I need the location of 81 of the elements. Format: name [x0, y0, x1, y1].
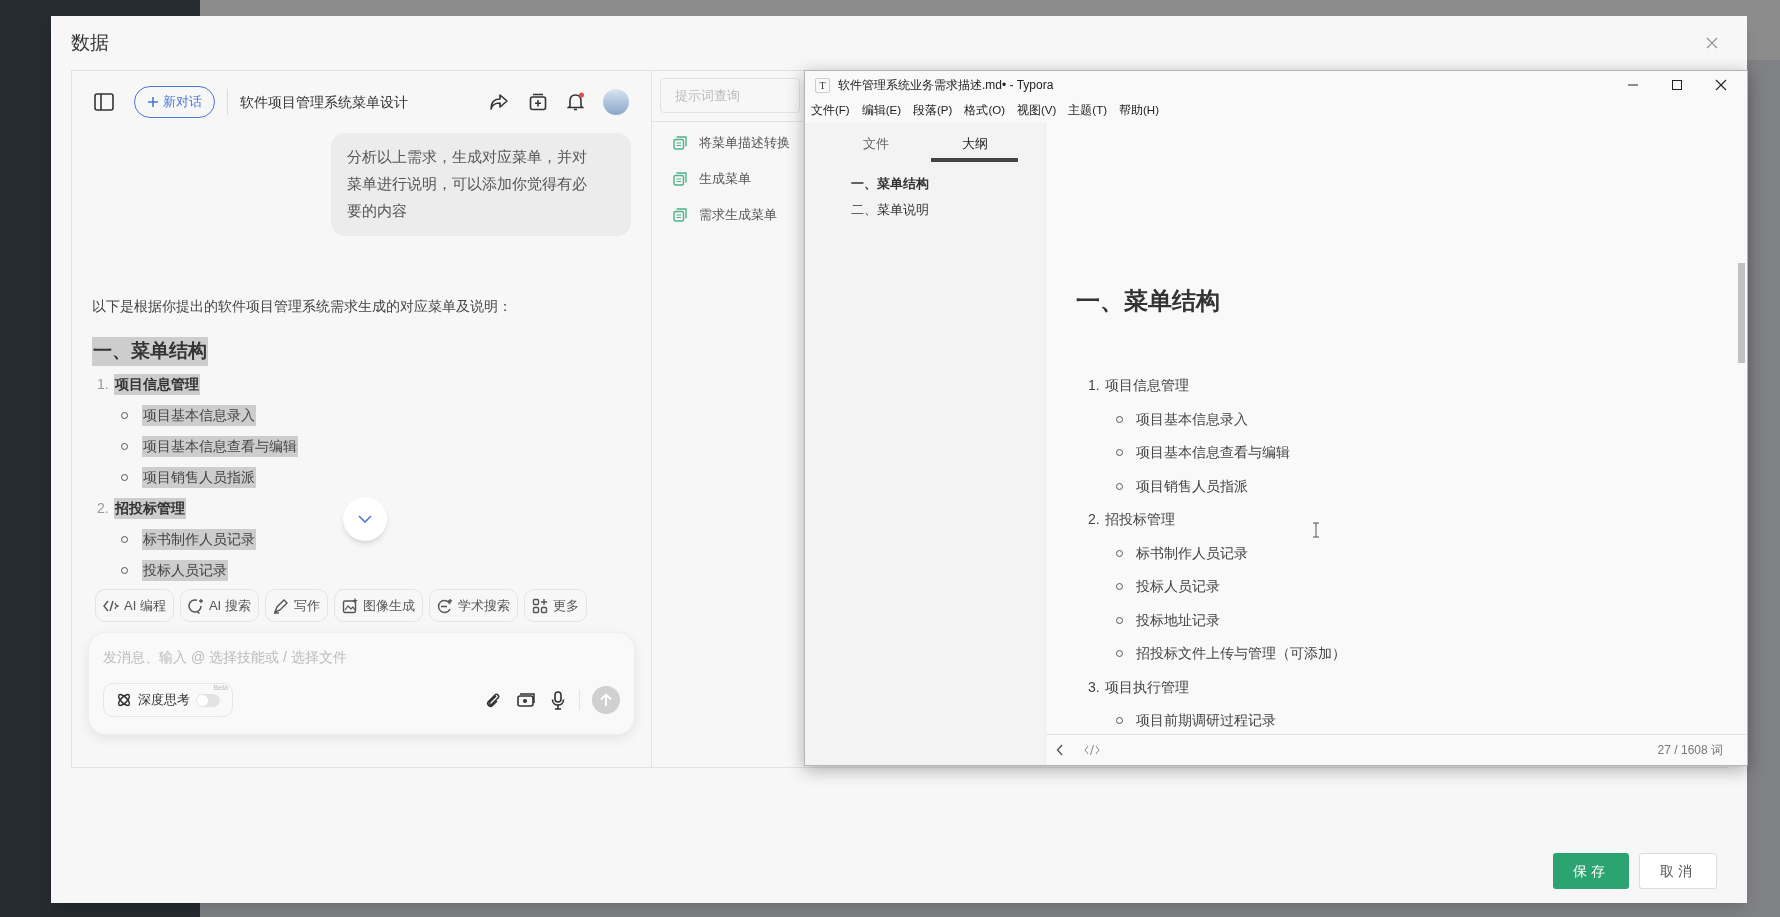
prompt-item[interactable]: 生成菜单	[673, 168, 751, 190]
window-title: 软件管理系统业务需求描述.md• - Typora	[838, 77, 1054, 94]
document-stack-icon	[673, 136, 687, 150]
deep-think-toggle[interactable]	[196, 693, 220, 707]
cancel-button[interactable]: 取消	[1639, 853, 1717, 889]
tool-chip[interactable]: 更多	[523, 589, 587, 622]
source-code-icon[interactable]	[1084, 744, 1100, 756]
arrow-up-icon	[600, 693, 612, 707]
answer-item: 项目销售人员指派	[142, 466, 256, 488]
pen-icon	[272, 597, 289, 614]
sparkle-search-icon	[187, 597, 204, 614]
scrollbar-thumb[interactable]	[1738, 263, 1745, 363]
chevron-down-icon	[358, 515, 372, 523]
answer-item: 项目基本信息录入	[142, 404, 256, 426]
answer-item: 标书制作人员记录	[142, 528, 256, 550]
list-item: 项目信息管理	[1105, 376, 1189, 396]
menu-item[interactable]: 段落(P)	[913, 102, 953, 120]
tool-chip[interactable]: AI 搜索	[179, 589, 259, 622]
list-item: 投标地址记录	[1136, 610, 1220, 630]
answer-item: 项目基本信息查看与编辑	[142, 435, 298, 457]
word-count: 27 / 1608 词	[1657, 742, 1723, 759]
sidebar-tab[interactable]: 大纲	[931, 129, 1018, 162]
chat-title: 软件项目管理系统菜单设计	[240, 92, 408, 112]
tool-chip[interactable]: 写作	[264, 589, 328, 622]
user-message: 分析以上需求，生成对应菜单，并对菜单进行说明，可以添加你觉得有必要的内容	[331, 133, 631, 236]
tool-chip[interactable]: AI 编程	[95, 589, 174, 622]
chevron-left-icon[interactable]	[1056, 744, 1064, 756]
menu-item[interactable]: 主题(T)	[1068, 102, 1107, 120]
tool-chip[interactable]: 图像生成	[333, 589, 423, 622]
paperclip-icon[interactable]	[485, 691, 501, 709]
document-stack-icon	[673, 172, 687, 186]
answer-section: 招投标管理	[114, 497, 186, 519]
document-stack-icon	[673, 208, 687, 222]
list-number: 1.	[97, 374, 110, 394]
list-number: 2.	[97, 498, 110, 518]
assistant-intro: 以下是根据你提出的软件项目管理系统需求生成的对应菜单及说明：	[92, 297, 513, 316]
maximize-icon[interactable]	[1671, 79, 1683, 91]
outline-item[interactable]: 一、菜单结构	[851, 174, 1045, 194]
sidebar-tab[interactable]: 文件	[832, 129, 919, 162]
menu-item[interactable]: 文件(F)	[811, 102, 850, 120]
microphone-icon[interactable]	[551, 690, 565, 710]
list-item: 项目执行管理	[1105, 677, 1189, 697]
bell-icon[interactable]	[567, 92, 585, 112]
list-item: 标书制作人员记录	[1136, 543, 1248, 563]
photo-card-icon[interactable]	[517, 692, 535, 708]
sidebar-toggle-icon[interactable]	[94, 93, 114, 111]
list-number: 1.	[1088, 376, 1101, 396]
share-icon[interactable]	[489, 93, 509, 111]
close-icon[interactable]	[1715, 79, 1727, 91]
list-number: 2.	[1088, 510, 1101, 530]
menu-item[interactable]: 格式(O)	[964, 102, 1005, 120]
prompt-item[interactable]: 需求生成菜单	[673, 204, 777, 226]
answer-item: 投标人员记录	[142, 559, 228, 581]
list-item: 项目销售人员指派	[1136, 476, 1248, 496]
atom-icon	[116, 692, 132, 708]
document-heading: 一、菜单结构	[1076, 286, 1221, 316]
list-item: 项目基本信息查看与编辑	[1136, 443, 1290, 463]
add-box-icon[interactable]	[529, 93, 547, 111]
message-input[interactable]: 发消息、输入 @ 选择技能或 / 选择文件	[103, 645, 620, 669]
prompt-item[interactable]: 将菜单描述转换	[673, 132, 790, 154]
deep-think-label: 深度思考	[138, 691, 190, 710]
text-cursor-icon	[1312, 522, 1320, 538]
list-number: 3.	[1088, 677, 1101, 697]
app-icon: T	[815, 77, 830, 93]
outline-item[interactable]: 二、菜单说明	[851, 199, 1045, 219]
list-item: 项目前期调研过程记录	[1136, 711, 1276, 731]
dialog-title: 数据	[71, 30, 109, 55]
menu-item[interactable]: 帮助(H)	[1119, 102, 1159, 120]
answer-heading: 一、菜单结构	[92, 337, 208, 366]
list-item: 招投标文件上传与管理（可添加）	[1136, 644, 1346, 664]
menu-item[interactable]: 视图(V)	[1017, 102, 1057, 120]
list-item: 投标人员记录	[1136, 577, 1220, 597]
tool-chip[interactable]: 学术搜索	[428, 589, 518, 622]
grid-plus-icon	[531, 597, 548, 614]
list-item: 项目基本信息录入	[1136, 409, 1248, 429]
answer-section: 项目信息管理	[114, 373, 200, 395]
prompt-search-field[interactable]: 提示词查询	[660, 78, 800, 113]
list-item: 招投标管理	[1105, 510, 1175, 530]
plus-icon	[147, 96, 159, 108]
menu-item[interactable]: 编辑(E)	[861, 102, 902, 120]
image-plus-icon	[341, 597, 358, 614]
